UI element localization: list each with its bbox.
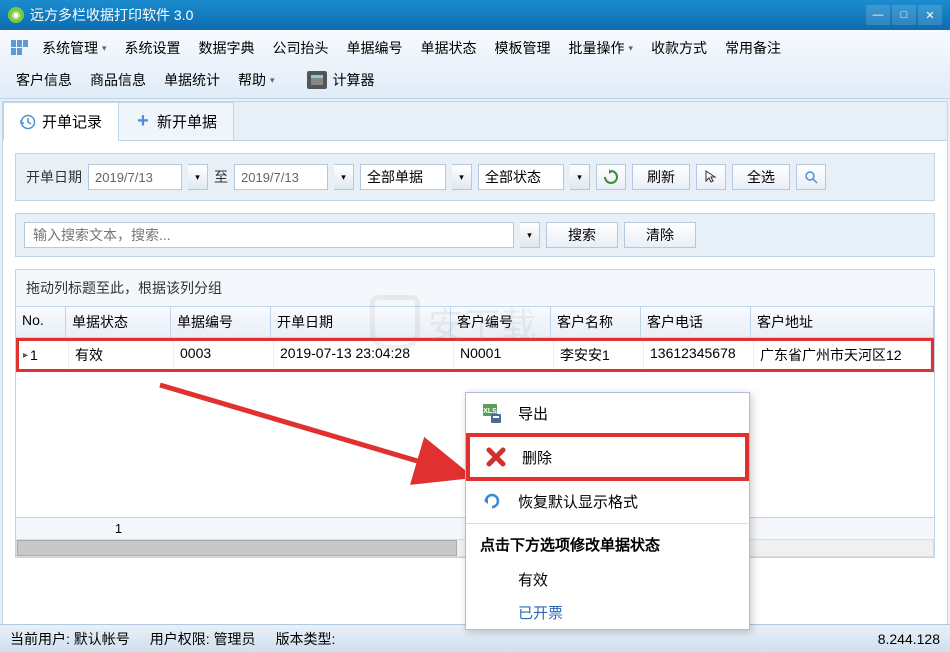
cell-status: 有效 xyxy=(69,341,174,369)
calculator-icon xyxy=(307,71,327,89)
col-cust-no[interactable]: 客户编号 xyxy=(451,307,551,337)
row-count: 1 xyxy=(66,521,171,536)
status-combo[interactable]: 全部状态 xyxy=(478,164,564,190)
menu-template[interactable]: 模板管理 xyxy=(487,34,559,62)
pointer-icon xyxy=(704,170,718,184)
menu-doc-number[interactable]: 单据编号 xyxy=(339,34,411,62)
cell-cust-name: 李安安1 xyxy=(554,341,644,369)
menu-batch[interactable]: 批量操作 xyxy=(561,34,642,62)
cell-cust-addr: 广东省广州市天河区12 xyxy=(754,341,931,369)
window-controls: — □ ✕ xyxy=(866,5,942,25)
doc-type-combo[interactable]: 全部单据 xyxy=(360,164,446,190)
refresh-button[interactable]: 刷新 xyxy=(632,164,690,190)
delete-icon xyxy=(484,445,508,469)
export-icon: XLS xyxy=(480,401,504,425)
menu-doc-status[interactable]: 单据状态 xyxy=(413,34,485,62)
ctx-status-header: 点击下方选项修改单据状态 xyxy=(466,526,749,563)
ctx-restore[interactable]: 恢复默认显示格式 xyxy=(466,481,749,521)
select-all-button[interactable]: 全选 xyxy=(732,164,790,190)
refresh-icon-button[interactable] xyxy=(596,164,626,190)
minimize-button[interactable]: — xyxy=(866,5,890,25)
close-button[interactable]: ✕ xyxy=(918,5,942,25)
tab-new[interactable]: + 新开单据 xyxy=(118,102,234,140)
ctx-divider xyxy=(466,523,749,524)
search-button[interactable]: 搜索 xyxy=(546,222,618,248)
tab-records[interactable]: 开单记录 xyxy=(3,102,119,141)
refresh-icon xyxy=(603,169,619,185)
ctx-restore-label: 恢复默认显示格式 xyxy=(518,491,638,512)
tab-new-label: 新开单据 xyxy=(157,111,217,132)
date-to-dropdown[interactable]: ▾ xyxy=(334,164,354,190)
menu-calculator[interactable]: 计算器 xyxy=(299,66,383,94)
cell-cust-no: N0001 xyxy=(454,341,554,369)
search-icon xyxy=(804,170,818,184)
col-no[interactable]: No. xyxy=(16,307,66,337)
col-date[interactable]: 开单日期 xyxy=(271,307,451,337)
ctx-delete[interactable]: 删除 xyxy=(466,433,749,481)
status-role: 用户权限: 管理员 xyxy=(150,629,256,649)
menu-customer[interactable]: 客户信息 xyxy=(8,66,80,94)
col-status[interactable]: 单据状态 xyxy=(66,307,171,337)
menu-company[interactable]: 公司抬头 xyxy=(265,34,337,62)
doc-type-dropdown[interactable]: ▾ xyxy=(452,164,472,190)
menu-system-settings[interactable]: 系统设置 xyxy=(117,34,189,62)
search-icon-button[interactable] xyxy=(796,164,826,190)
undo-icon xyxy=(480,489,504,513)
cell-date: 2019-07-13 23:04:28 xyxy=(274,341,454,369)
search-bar: ▾ 搜索 清除 xyxy=(15,213,935,257)
col-number[interactable]: 单据编号 xyxy=(171,307,271,337)
history-icon xyxy=(20,114,36,130)
ctx-export-label: 导出 xyxy=(518,403,548,424)
ctx-delete-label: 删除 xyxy=(522,447,552,468)
col-cust-name[interactable]: 客户名称 xyxy=(551,307,641,337)
menu-stats[interactable]: 单据统计 xyxy=(156,66,228,94)
filter-bar: 开单日期 ▾ 至 ▾ 全部单据 ▾ 全部状态 ▾ 刷新 全选 xyxy=(15,153,935,201)
pointer-button[interactable] xyxy=(696,164,726,190)
app-icon: ◉ xyxy=(8,7,24,23)
grid-header: No. 单据状态 单据编号 开单日期 客户编号 客户名称 客户电话 客户地址 xyxy=(16,307,934,338)
tab-records-label: 开单记录 xyxy=(42,111,102,132)
maximize-button[interactable]: □ xyxy=(892,5,916,25)
table-row[interactable]: 1 有效 0003 2019-07-13 23:04:28 N0001 李安安1… xyxy=(16,338,934,372)
ctx-export[interactable]: XLS 导出 xyxy=(466,393,749,433)
menu-help[interactable]: 帮助 xyxy=(230,66,283,94)
date-to-label: 至 xyxy=(214,167,228,187)
date-to-input[interactable] xyxy=(234,164,328,190)
clear-button[interactable]: 清除 xyxy=(624,222,696,248)
status-version: 版本类型: xyxy=(276,629,336,649)
menu-product[interactable]: 商品信息 xyxy=(82,66,154,94)
menu-data-dict[interactable]: 数据字典 xyxy=(191,34,263,62)
cell-no: 1 xyxy=(19,341,69,369)
status-dropdown[interactable]: ▾ xyxy=(570,164,590,190)
tabstrip: 开单记录 + 新开单据 xyxy=(3,102,947,141)
status-user: 当前用户: 默认帐号 xyxy=(10,629,130,649)
col-cust-phone[interactable]: 客户电话 xyxy=(641,307,751,337)
context-menu: XLS 导出 删除 恢复默认显示格式 点击下方选项修改单据状态 有效 已开票 xyxy=(465,392,750,630)
menubar: 系统管理 系统设置 数据字典 公司抬头 单据编号 单据状态 模板管理 批量操作 … xyxy=(0,30,950,99)
col-cust-addr[interactable]: 客户地址 xyxy=(751,307,934,337)
menu-remarks[interactable]: 常用备注 xyxy=(717,34,789,62)
ctx-status-invoiced[interactable]: 已开票 xyxy=(466,596,749,629)
status-ip: 8.244.128 xyxy=(878,631,940,647)
ctx-status-valid[interactable]: 有效 xyxy=(466,563,749,596)
group-hint: 拖动列标题至此，根据该列分组 xyxy=(16,270,934,307)
window-title: 远方多栏收据打印软件 3.0 xyxy=(30,5,866,25)
date-from-dropdown[interactable]: ▾ xyxy=(188,164,208,190)
titlebar: ◉ 远方多栏收据打印软件 3.0 — □ ✕ xyxy=(0,0,950,30)
search-input[interactable] xyxy=(24,222,514,248)
svg-text:XLS: XLS xyxy=(483,408,497,415)
menu-icon[interactable] xyxy=(8,38,32,58)
menu-system-manage[interactable]: 系统管理 xyxy=(34,34,115,62)
plus-icon: + xyxy=(135,114,151,130)
search-dropdown[interactable]: ▾ xyxy=(520,222,540,248)
date-label: 开单日期 xyxy=(26,167,82,187)
cell-cust-phone: 13612345678 xyxy=(644,341,754,369)
menu-payment[interactable]: 收款方式 xyxy=(643,34,715,62)
cell-number: 0003 xyxy=(174,341,274,369)
date-from-input[interactable] xyxy=(88,164,182,190)
